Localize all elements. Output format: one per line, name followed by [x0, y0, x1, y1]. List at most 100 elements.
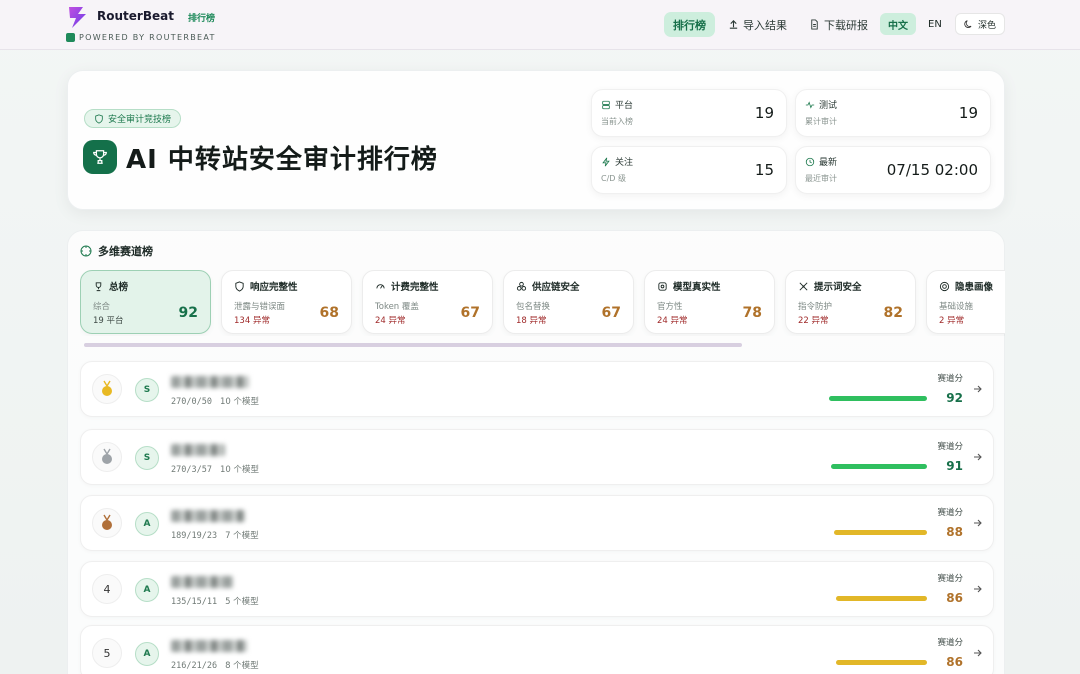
- row-stats: 216/21/26: [171, 661, 218, 671]
- grade-badge: A: [135, 578, 159, 602]
- track-billing-desc: Token 覆盖: [375, 302, 419, 312]
- track-response-score: 68: [319, 305, 339, 321]
- track-response-desc: 泄露与错误面: [234, 302, 286, 312]
- clock-icon: [805, 157, 815, 166]
- arrow-right-icon[interactable]: [973, 384, 983, 394]
- track-billing-name: 计费完整性: [391, 282, 439, 293]
- track-risk-count-label: 异常: [947, 316, 965, 326]
- track-overall-count-wrap: 19 平台: [93, 314, 124, 326]
- row-meta: 189/19/23 7 个模型: [171, 529, 259, 541]
- stat-tests-label: 测试: [819, 101, 838, 111]
- track-overall-count-label: 平台: [106, 316, 124, 326]
- track-tabs: 总榜 综合 19 平台 92 响应完整性 泄露与错误面 134 异常 68 计费…: [80, 270, 1005, 336]
- score-label: 赛道分: [937, 374, 963, 384]
- track-response-count: 134: [234, 316, 251, 326]
- trophy-icon: [95, 281, 102, 291]
- nav-import-results[interactable]: 导入结果: [719, 12, 796, 37]
- row-model-count: 10 个模型: [219, 397, 259, 407]
- arrow-right-icon[interactable]: [973, 584, 983, 594]
- shield-check-icon: [95, 113, 103, 124]
- row-model-count: 7 个模型: [225, 531, 259, 541]
- brand-name[interactable]: RouterBeat: [97, 9, 174, 23]
- stat-latest-sub: 最近审计: [805, 174, 837, 183]
- track-billing-integrity[interactable]: 计费完整性 Token 覆盖 24 异常 67: [362, 270, 493, 334]
- track-risk-profile[interactable]: 隐患画像 基础设施 2 异常: [926, 270, 1005, 334]
- brand-tag[interactable]: 排行榜: [188, 11, 215, 24]
- powered-by: POWERED BY ROUTERBEAT: [66, 33, 216, 42]
- track-risk-name: 隐患画像: [955, 282, 994, 293]
- upload-icon: [729, 20, 738, 29]
- theme-toggle-button[interactable]: 深色: [955, 13, 1006, 35]
- nav-import-label: 导入结果: [743, 18, 787, 32]
- track-billing-count-label: 异常: [388, 316, 406, 326]
- track-supply-chain[interactable]: 供应链安全 包名替换 18 异常 67: [503, 270, 634, 334]
- track-billing-count: 24: [375, 316, 386, 326]
- stat-watch: 关注 C/D 级 15: [591, 146, 787, 194]
- stat-latest-label-wrap: 最新: [805, 155, 837, 168]
- gold-medal-icon: [92, 374, 122, 404]
- redacted-platform-name: [171, 576, 233, 588]
- leaderboard-row[interactable]: A 189/19/23 7 个模型 赛道分 88: [80, 495, 994, 551]
- row-meta: 135/15/11 5 个模型: [171, 595, 259, 607]
- page-title: AI 中转站安全审计排行榜: [126, 145, 438, 175]
- main-nav: 排行榜 导入结果 下载研报: [664, 12, 877, 37]
- track-prompt-security[interactable]: 提示词安全 指令防护 22 异常 82: [785, 270, 916, 334]
- track-supply-count: 18: [516, 316, 527, 326]
- score-bar: [834, 530, 927, 535]
- tools-icon: [799, 282, 808, 290]
- grade-badge: S: [135, 446, 159, 470]
- stat-watch-label: 关注: [615, 158, 634, 168]
- track-overall-desc: 综合: [93, 302, 111, 312]
- arrow-right-icon[interactable]: [973, 518, 983, 528]
- stat-latest-value: 07/15 02:00: [886, 161, 978, 179]
- arrow-right-icon[interactable]: [973, 452, 983, 462]
- track-risk-name-wrap: 隐患画像: [939, 279, 993, 293]
- track-model-count-wrap: 24 异常: [657, 314, 688, 326]
- nav-leaderboard[interactable]: 排行榜: [664, 12, 715, 37]
- score-value: 86: [946, 591, 963, 605]
- track-response-count-wrap: 134 异常: [234, 314, 270, 326]
- leaderboard-row[interactable]: 5 A 216/21/26 8 个模型 赛道分 86: [80, 625, 994, 674]
- track-prompt-count-wrap: 22 异常: [798, 314, 829, 326]
- target-icon: [80, 245, 92, 257]
- track-model-count-label: 异常: [670, 316, 688, 326]
- track-overall-name-wrap: 总榜: [93, 279, 128, 293]
- stat-latest-label: 最新: [819, 158, 838, 168]
- leaderboard-row[interactable]: 4 A 135/15/11 5 个模型 赛道分 86: [80, 561, 994, 617]
- track-scrollbar[interactable]: [84, 343, 742, 347]
- boxes-icon: [516, 281, 527, 291]
- row-model-count: 8 个模型: [225, 661, 259, 671]
- track-model-name: 模型真实性: [673, 282, 721, 293]
- stat-platforms-value: 19: [754, 104, 774, 122]
- arrow-right-icon[interactable]: [973, 648, 983, 658]
- lang-zh-button[interactable]: 中文: [880, 13, 916, 35]
- track-model-authenticity[interactable]: 模型真实性 官方性 24 异常 78: [644, 270, 775, 334]
- score-label: 赛道分: [937, 508, 963, 518]
- stat-watch-label-wrap: 关注: [601, 155, 633, 168]
- stat-watch-sub: C/D 级: [601, 174, 626, 183]
- gauge-icon: [376, 283, 385, 289]
- track-supply-count-label: 异常: [529, 316, 547, 326]
- leaderboard-row[interactable]: S 270/0/50 10 个模型 赛道分 92: [80, 361, 994, 417]
- track-supply-name-wrap: 供应链安全: [516, 279, 580, 293]
- track-risk-count-wrap: 2 异常: [939, 314, 964, 326]
- grade-badge: S: [135, 378, 159, 402]
- powered-square-icon: [66, 33, 75, 42]
- document-icon: [811, 19, 818, 30]
- score-bar: [829, 396, 927, 401]
- track-overall[interactable]: 总榜 综合 19 平台 92: [80, 270, 211, 334]
- track-model-name-wrap: 模型真实性: [657, 279, 721, 293]
- track-prompt-desc: 指令防护: [798, 302, 833, 312]
- hero-card: 安全审计竞技榜 AI 中转站安全审计排行榜 平台 当前入榜 19 测试 累计审计…: [67, 70, 1005, 210]
- row-model-count: 5 个模型: [225, 597, 259, 607]
- row-stats: 189/19/23: [171, 531, 218, 541]
- nav-download-report[interactable]: 下载研报: [800, 12, 877, 37]
- track-overall-count: 19: [93, 316, 104, 326]
- leaderboard-row[interactable]: S 270/3/57 10 个模型 赛道分 91: [80, 429, 994, 485]
- hero-badge: 安全审计竞技榜: [84, 109, 182, 128]
- row-stats: 135/15/11: [171, 597, 218, 607]
- lightning-logo-icon[interactable]: [66, 5, 90, 29]
- lang-en-button[interactable]: EN: [920, 13, 950, 35]
- section-title: 多维赛道榜: [98, 245, 153, 258]
- track-response-integrity[interactable]: 响应完整性 泄露与错误面 134 异常 68: [221, 270, 352, 334]
